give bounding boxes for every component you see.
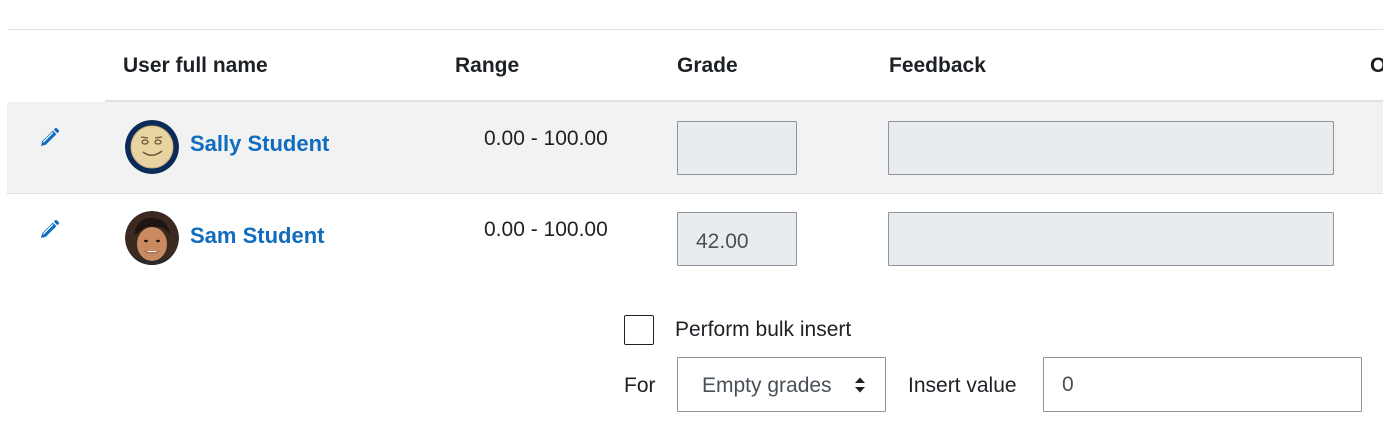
for-select[interactable]: Empty grades: [677, 357, 886, 412]
grade-input[interactable]: [677, 212, 797, 266]
insert-value-label: Insert value: [908, 374, 1017, 397]
for-label: For: [624, 374, 656, 397]
grade-range: 0.00 - 100.00: [484, 218, 608, 241]
grader-report-page: User full name Range Grade Feedback O Sa…: [0, 0, 1383, 440]
feedback-input[interactable]: [888, 212, 1334, 266]
column-header-range: Range: [455, 54, 520, 77]
bulk-insert-label[interactable]: Perform bulk insert: [675, 316, 851, 344]
smiley-avatar-icon[interactable]: [125, 120, 179, 174]
column-header-overridden: O: [1370, 54, 1383, 77]
grade-input[interactable]: [677, 121, 797, 175]
feedback-input[interactable]: [888, 121, 1334, 175]
user-name-link[interactable]: Sam Student: [190, 221, 324, 251]
table-row: Sam Student 0.00 - 100.00: [7, 194, 1383, 286]
photo-avatar-icon[interactable]: [125, 211, 179, 265]
grade-range: 0.00 - 100.00: [484, 127, 608, 150]
column-header-feedback: Feedback: [889, 54, 986, 77]
sort-arrows-icon: [854, 376, 866, 394]
for-select-value: Empty grades: [702, 374, 832, 397]
top-divider: [7, 29, 1383, 30]
column-header-grade: Grade: [677, 54, 738, 77]
bulk-insert-checkbox[interactable]: [624, 315, 654, 345]
table-row: Sally Student 0.00 - 100.00: [7, 102, 1383, 194]
pencil-icon[interactable]: [38, 127, 60, 149]
user-name-link[interactable]: Sally Student: [190, 129, 329, 159]
insert-value-input[interactable]: [1043, 357, 1362, 412]
pencil-icon[interactable]: [38, 219, 60, 241]
column-header-user-full-name[interactable]: User full name: [123, 52, 268, 80]
